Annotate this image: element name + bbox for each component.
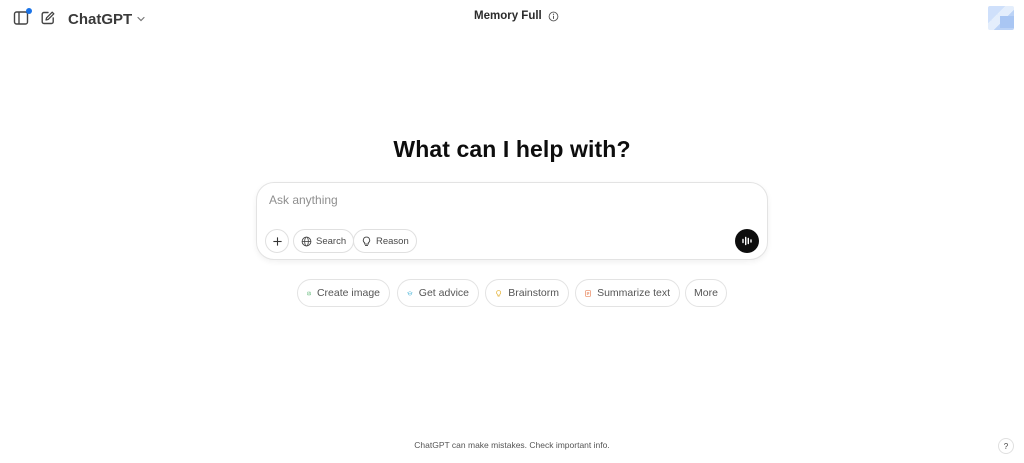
lightbulb-icon: [362, 236, 371, 246]
suggestion-get-advice[interactable]: Get advice: [397, 279, 479, 307]
disclaimer: ChatGPT can make mistakes. Check importa…: [414, 440, 610, 450]
suggestion-label: Brainstorm: [508, 287, 559, 299]
document-icon: [585, 289, 591, 297]
suggestion-label: Get advice: [418, 287, 469, 299]
help-button[interactable]: ?: [998, 438, 1014, 454]
reason-button-label: Reason: [376, 235, 409, 247]
memory-status[interactable]: Memory Full: [474, 10, 559, 22]
suggestion-chips: Create image Get advice Brainstorm Summa…: [0, 279, 1024, 309]
page-title: What can I help with?: [393, 136, 631, 162]
suggestion-brainstorm[interactable]: Brainstorm: [485, 279, 569, 307]
suggestion-label: Summarize text: [597, 287, 670, 299]
attach-button[interactable]: [265, 229, 289, 253]
composer: Search Reason: [256, 182, 768, 260]
sidebar-toggle-button[interactable]: [10, 7, 32, 29]
edit-icon: [41, 11, 55, 25]
globe-icon: [301, 236, 312, 246]
chevron-down-icon: [137, 16, 145, 22]
prompt-input[interactable]: [267, 189, 737, 211]
search-button[interactable]: Search: [293, 229, 355, 253]
new-chat-button[interactable]: [37, 7, 59, 29]
reason-button[interactable]: Reason: [353, 229, 417, 253]
suggestion-more[interactable]: More: [685, 279, 727, 307]
suggestion-label: Create image: [316, 287, 380, 299]
lightbulb-icon: [496, 289, 502, 296]
model-name: ChatGPT: [68, 10, 133, 28]
model-selector[interactable]: ChatGPT: [62, 8, 152, 30]
top-bar: ChatGPT Memory Full: [0, 0, 1024, 38]
suggestion-label: More: [694, 287, 718, 299]
audio-waveform-icon: [742, 236, 752, 246]
info-icon[interactable]: [548, 11, 559, 22]
voice-mode-button[interactable]: [735, 229, 759, 253]
avatar[interactable]: [988, 6, 1014, 30]
memory-status-label: Memory Full: [474, 10, 542, 22]
notification-dot: [26, 8, 32, 14]
suggestion-create-image[interactable]: Create image: [297, 279, 390, 307]
plus-icon: [272, 236, 282, 246]
suggestion-summarize-text[interactable]: Summarize text: [575, 279, 680, 307]
search-button-label: Search: [316, 235, 347, 247]
graduation-cap-icon: [407, 290, 413, 295]
image-icon: [307, 291, 311, 295]
